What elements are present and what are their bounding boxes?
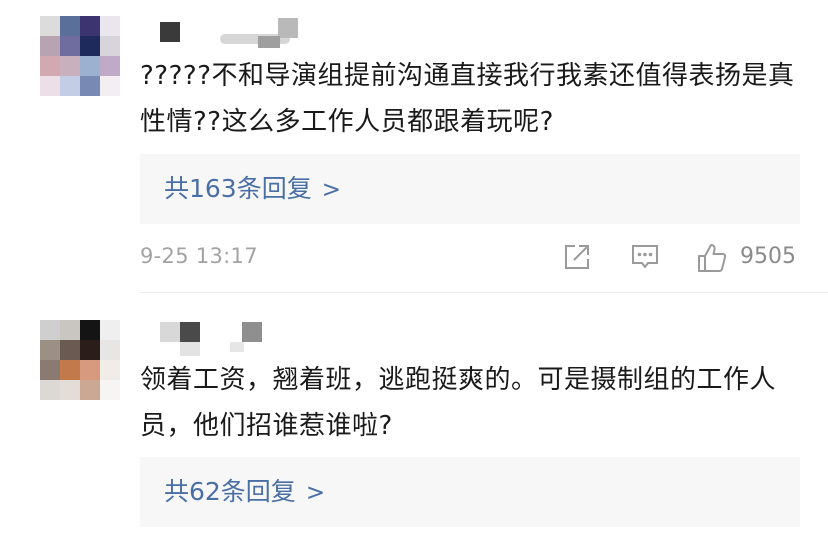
avatar-pixel [60,340,80,360]
avatar-pixel [100,56,120,76]
avatar-pixel [100,340,120,360]
avatar-pixel [60,320,80,340]
avatar-pixel [100,36,120,56]
comment-text: ?????不和导演组提前沟通直接我行我素还值得表扬是真性情??这么多工作人员都跟… [140,61,795,137]
replies-label: 共163条回复 [164,174,312,203]
comment-text: 领着工资，翘着班，逃跑挺爽的。可是摄制组的工作人员，他们招谁惹谁啦? [140,365,777,441]
avatar-pixel [60,360,80,380]
divider [140,292,828,293]
avatar-pixel [40,16,60,36]
avatar[interactable] [40,16,120,96]
share-icon[interactable] [562,242,592,276]
avatar-pixel [60,36,80,56]
avatar-pixel [40,360,60,380]
comment-item: ?????不和导演组提前沟通直接我行我素还值得表扬是真性情??这么多工作人员都跟… [0,0,828,292]
username-blurred[interactable] [160,14,310,48]
avatar-pixel [40,36,60,56]
avatar-pixel [80,380,100,400]
avatar-pixel [80,76,100,96]
avatar-pixel [40,76,60,96]
avatar-pixel [40,320,60,340]
avatar-pixel [100,16,120,36]
avatar-pixel [40,340,60,360]
avatar-pixel [40,380,60,400]
thumbs-up-icon[interactable] [696,242,728,276]
avatar[interactable] [40,320,120,400]
chevron-right-icon: > [305,480,326,506]
timestamp: 9-25 13:17 [140,244,258,268]
like-count: 9505 [740,244,796,269]
replies-label: 共62条回复 [164,477,296,506]
comment-footer: 9-25 13:17 9505 [140,236,800,282]
view-replies-button[interactable]: 共163条回复 > [140,154,800,224]
avatar-pixel [40,56,60,76]
username-blurred[interactable] [160,318,310,356]
avatar-pixel [100,76,120,96]
chevron-right-icon: > [321,177,341,203]
avatar-pixel [60,56,80,76]
avatar-pixel [80,56,100,76]
avatar-pixel [80,16,100,36]
avatar-pixel [60,76,80,96]
avatar-pixel [60,380,80,400]
avatar-pixel [100,380,120,400]
avatar-pixel [100,360,120,380]
view-replies-button[interactable]: 共62条回复 > [140,457,800,527]
avatar-pixel [80,36,100,56]
comment-icon[interactable] [630,242,660,276]
avatar-pixel [60,16,80,36]
avatar-pixel [80,340,100,360]
avatar-pixel [80,320,100,340]
avatar-pixel [80,360,100,380]
avatar-pixel [100,320,120,340]
comment-item: 领着工资，翘着班，逃跑挺爽的。可是摄制组的工作人员，他们招谁惹谁啦? 共62条回… [0,300,828,538]
